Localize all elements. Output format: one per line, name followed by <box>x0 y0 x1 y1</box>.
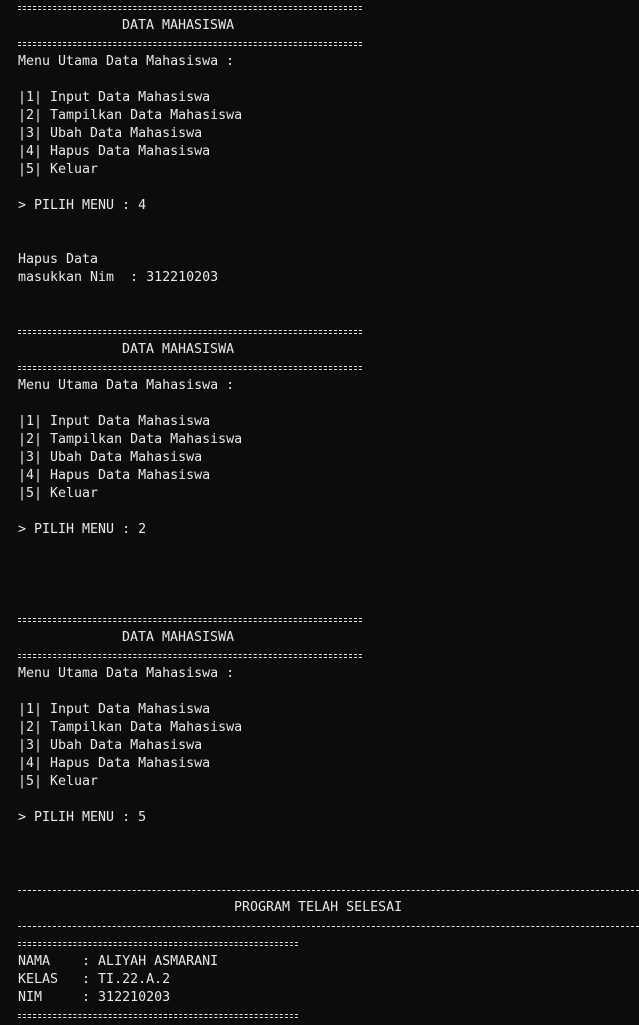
student-class: KELAS : TI.22.A.2 <box>18 972 171 987</box>
menu-item-keluar: |5| Keluar <box>18 162 99 177</box>
menu-item-input: |1| Input Data Mahasiswa <box>18 702 211 717</box>
student-nim: NIM : 312210203 <box>18 990 171 1005</box>
menu-item-keluar: |5| Keluar <box>18 774 99 789</box>
menu-item-tampilkan: |2| Tampilkan Data Mahasiswa <box>18 720 243 735</box>
menu-prompt[interactable]: > PILIH MENU : 4 <box>18 197 639 215</box>
menu-item-tampilkan: |2| Tampilkan Data Mahasiswa <box>18 108 243 123</box>
menu-item-ubah: |3| Ubah Data Mahasiswa <box>18 450 203 465</box>
double-rule <box>18 1007 639 1025</box>
double-rule <box>18 647 639 665</box>
menu-title: DATA MAHASISWA <box>122 18 235 33</box>
menu-item-ubah: |3| Ubah Data Mahasiswa <box>18 738 203 753</box>
menu-item-hapus: |4| Hapus Data Mahasiswa <box>18 144 211 159</box>
menu-item-hapus: |4| Hapus Data Mahasiswa <box>18 468 211 483</box>
double-rule <box>18 323 639 341</box>
double-rule <box>18 0 639 17</box>
nim-prompt[interactable]: masukkan Nim : 312210203 <box>18 269 639 287</box>
terminal-output: DATA MAHASISWA Menu Utama Data Mahasiswa… <box>18 0 639 1025</box>
menu-title: DATA MAHASISWA <box>122 342 235 357</box>
double-rule <box>18 35 639 53</box>
student-name: NAMA : ALIYAH ASMARANI <box>18 954 219 969</box>
single-rule <box>18 917 639 935</box>
terminal-window: { "menu_title": "DATA MAHASISWA", "menu_… <box>0 0 639 1023</box>
menu-header: Menu Utama Data Mahasiswa : <box>18 54 235 69</box>
menu-item-input: |1| Input Data Mahasiswa <box>18 414 211 429</box>
double-rule <box>18 359 639 377</box>
menu-header: Menu Utama Data Mahasiswa : <box>18 666 235 681</box>
menu-header: Menu Utama Data Mahasiswa : <box>18 378 235 393</box>
menu-item-tampilkan: |2| Tampilkan Data Mahasiswa <box>18 432 243 447</box>
menu-item-keluar: |5| Keluar <box>18 486 99 501</box>
delete-title: Hapus Data <box>18 252 99 267</box>
program-finished-message: PROGRAM TELAH SELESAI <box>234 900 403 915</box>
menu-item-input: |1| Input Data Mahasiswa <box>18 90 211 105</box>
single-rule <box>18 881 639 899</box>
double-rule <box>18 611 639 629</box>
menu-title: DATA MAHASISWA <box>122 630 235 645</box>
menu-prompt[interactable]: > PILIH MENU : 2 <box>18 521 639 539</box>
double-rule <box>18 935 639 953</box>
menu-prompt[interactable]: > PILIH MENU : 5 <box>18 809 639 827</box>
menu-item-ubah: |3| Ubah Data Mahasiswa <box>18 126 203 141</box>
menu-item-hapus: |4| Hapus Data Mahasiswa <box>18 756 211 771</box>
